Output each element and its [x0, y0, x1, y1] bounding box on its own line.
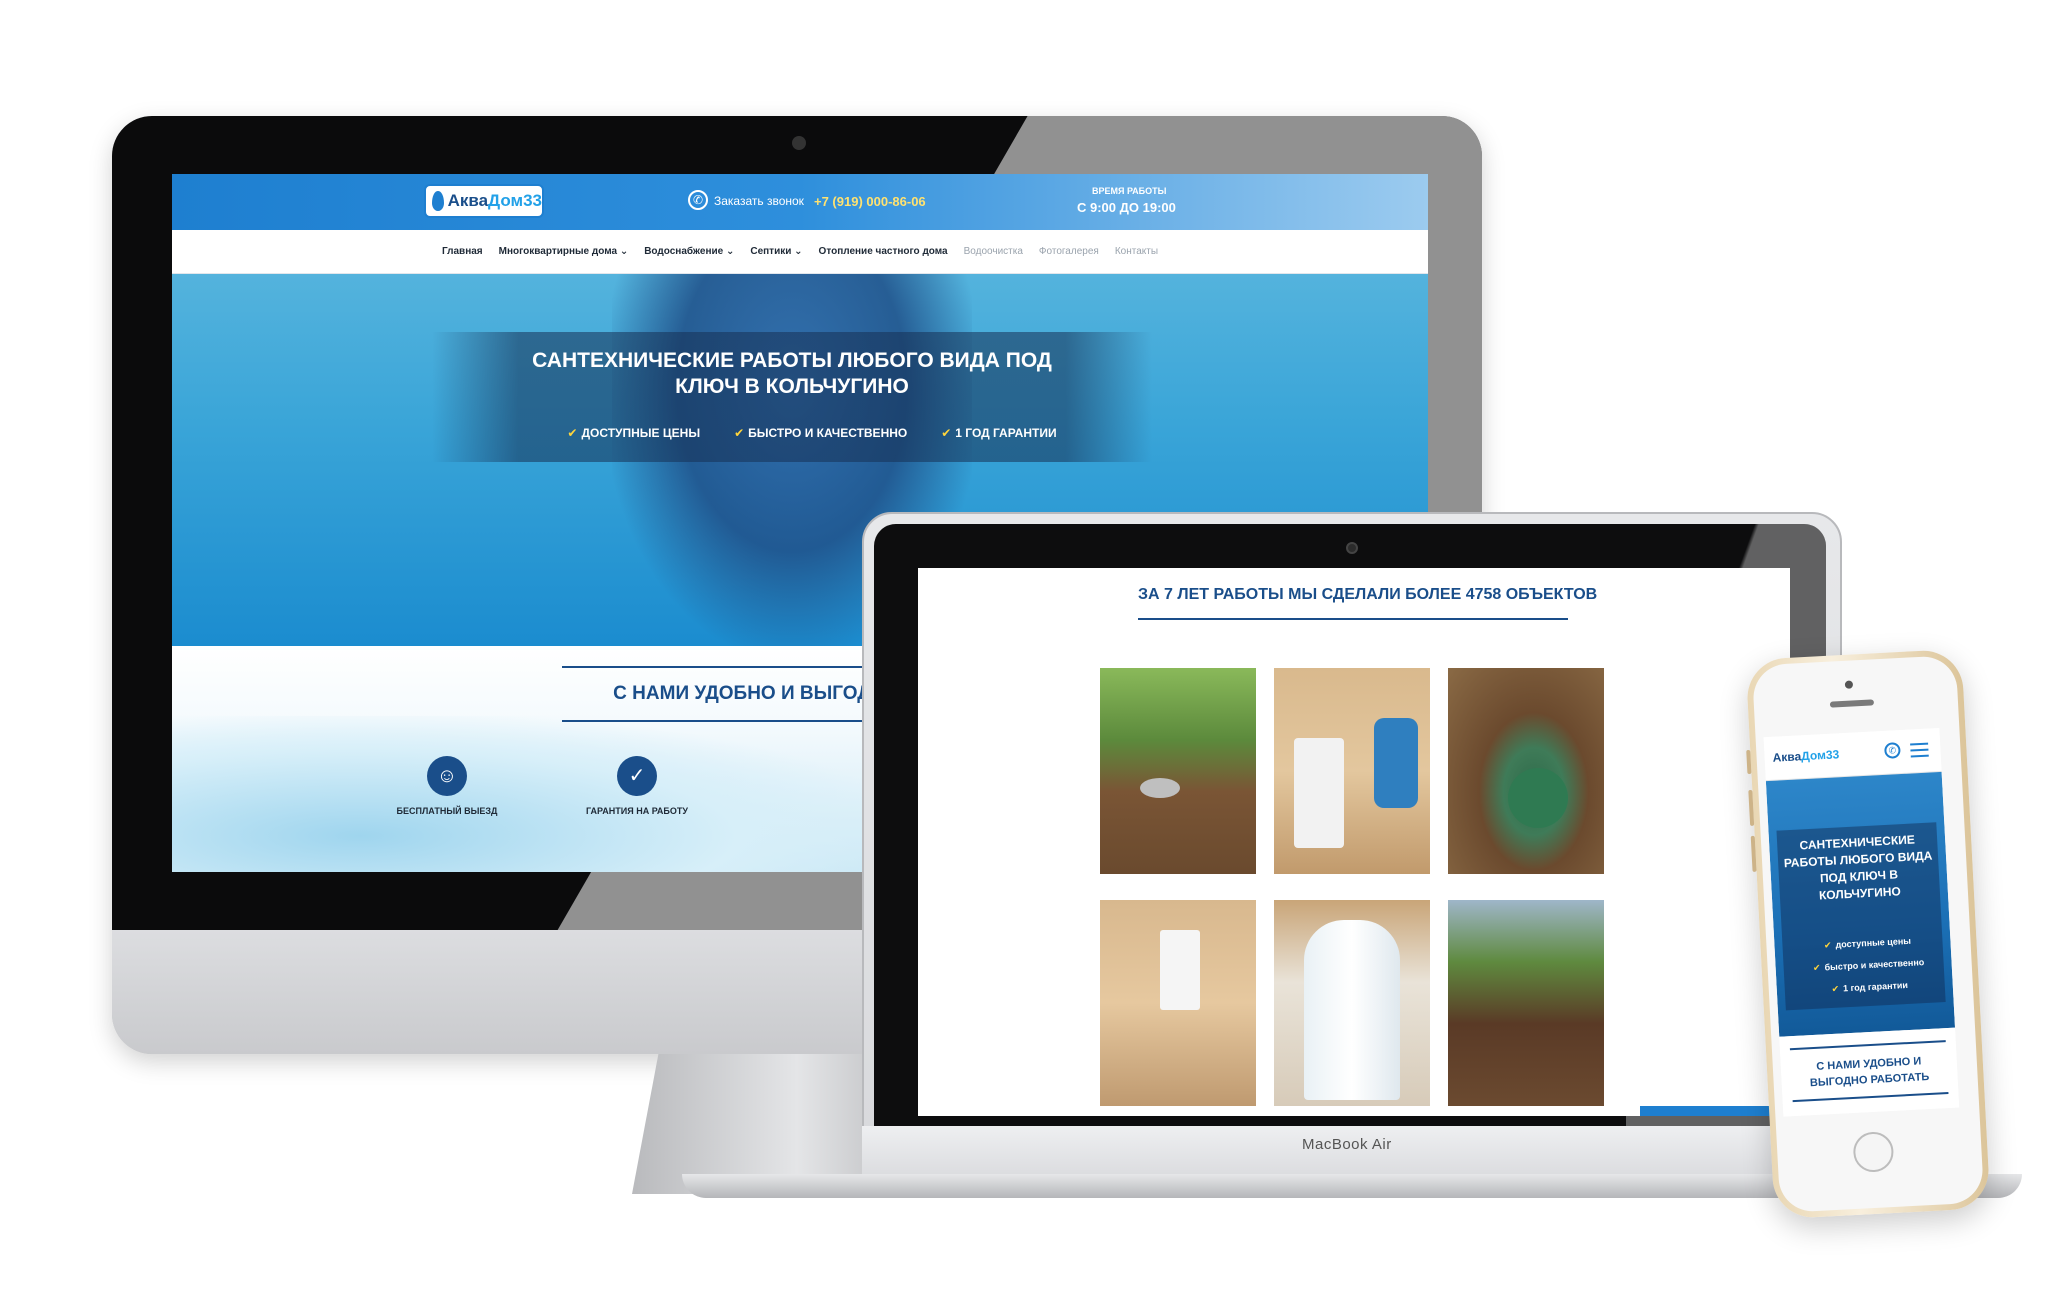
logo-text-a: Аква	[447, 191, 489, 210]
iphone-mockup: АкваДом33 ✆ САНТЕХНИЧЕСКИЕ РАБОТЫ ЛЮБОГО…	[1745, 648, 1991, 1220]
chat-widget[interactable]	[1640, 1106, 1790, 1116]
gallery-photo[interactable]	[1100, 668, 1256, 874]
mobile-site: АкваДом33 ✆ САНТЕХНИЧЕСКИЕ РАБОТЫ ЛЮБОГО…	[1763, 727, 1960, 1117]
gallery-photo[interactable]	[1448, 900, 1604, 1106]
nav-item-water-purification[interactable]: Водоочистка	[964, 246, 1023, 257]
check-icon: ✔	[941, 426, 952, 440]
water-splash-image	[172, 716, 892, 872]
check-icon: ✔	[1823, 939, 1832, 951]
iphone-mute-switch	[1746, 749, 1752, 775]
laptop-site: ЗА 7 ЛЕТ РАБОТЫ МЫ СДЕЛАЛИ БОЛЕЕ 4758 ОБ…	[918, 568, 1790, 1116]
main-nav: Главная Многоквартирные дома ⌄ Водоснабж…	[172, 230, 1428, 274]
hero-feature: ✔ БЫСТРО И КАЧЕСТВЕННО	[734, 426, 908, 440]
benefit-item: ✓ ГАРАНТИЯ НА РАБОТУ	[562, 756, 712, 816]
macbook-label: MacBook Air	[1302, 1136, 1392, 1153]
macbook-mockup: ЗА 7 ЛЕТ РАБОТЫ МЫ СДЕЛАЛИ БОЛЕЕ 4758 ОБ…	[682, 512, 2022, 1198]
hamburger-menu-icon[interactable]	[1910, 742, 1929, 758]
logo-text-b: Дом33	[488, 191, 542, 210]
nav-item-contacts[interactable]: Контакты	[1115, 246, 1158, 257]
request-call-link[interactable]: Заказать звонок	[714, 194, 804, 208]
mobile-logo[interactable]: АкваДом33	[1772, 747, 1839, 764]
nav-item-home[interactable]: Главная	[442, 246, 483, 257]
gallery-photo[interactable]	[1274, 900, 1430, 1106]
benefit-label: БЕСПЛАТНЫЙ ВЫЕЗД	[396, 806, 498, 816]
mobile-benefits: С НАМИ УДОБНО И ВЫГОДНО РАБОТАТЬ	[1779, 1027, 1960, 1117]
mechanic-icon: ☺	[427, 756, 467, 796]
gallery-photo[interactable]	[1274, 668, 1430, 874]
macbook-camera	[1346, 542, 1358, 554]
check-icon: ✔	[567, 426, 578, 440]
nav-item-water-supply[interactable]: Водоснабжение ⌄	[644, 246, 734, 257]
apple-logo-icon	[772, 954, 822, 1014]
objects-title: ЗА 7 ЛЕТ РАБОТЫ МЫ СДЕЛАЛИ БОЛЕЕ 4758 ОБ…	[1138, 578, 1597, 620]
badge-check-icon: ✓	[617, 756, 657, 796]
hours-label: ВРЕМЯ РАБОТЫ	[1092, 186, 1167, 196]
nav-item-septic[interactable]: Септики ⌄	[750, 246, 802, 257]
hero-title: САНТЕХНИЧЕСКИЕ РАБОТЫ ЛЮБОГО ВИДА ПОД КЛ…	[532, 349, 1052, 398]
site-logo[interactable]: АкваДом33	[424, 184, 544, 218]
hours-value: С 9:00 ДО 19:00	[1077, 200, 1176, 215]
nav-item-heating[interactable]: Отопление частного дома	[819, 246, 948, 257]
site-header: АкваДом33 ✆ Заказать звонок +7 (919) 000…	[172, 174, 1428, 230]
gallery-photo[interactable]	[1448, 668, 1604, 874]
mobile-benefits-title: С НАМИ УДОБНО И ВЫГОДНО РАБОТАТЬ	[1789, 1040, 1949, 1103]
hero-features: ✔ ДОСТУПНЫЕ ЦЕНЫ ✔ БЫСТРО И КАЧЕСТВЕННО ✔ 1…	[532, 426, 1092, 440]
check-icon: ✔	[1812, 962, 1821, 973]
phone-icon[interactable]: ✆	[1884, 742, 1901, 759]
nav-item-gallery[interactable]: Фотогалерея	[1039, 246, 1099, 257]
water-drop-icon	[432, 191, 444, 211]
imac-camera	[792, 136, 806, 150]
check-icon: ✔	[734, 426, 745, 440]
nav-item-apartment-buildings[interactable]: Многоквартирные дома ⌄	[499, 246, 629, 257]
phone-icon[interactable]: ✆	[688, 190, 708, 210]
benefit-label: ГАРАНТИЯ НА РАБОТУ	[586, 806, 688, 816]
check-icon: ✔	[1831, 983, 1840, 994]
mobile-hero-title: САНТЕХНИЧЕСКИЕ РАБОТЫ ЛЮБОГО ВИДА ПОД КЛ…	[1783, 832, 1933, 903]
gallery-photo[interactable]	[1100, 900, 1256, 1106]
hero-feature: ✔ ДОСТУПНЫЕ ЦЕНЫ	[567, 426, 701, 440]
iphone-volume-down	[1750, 835, 1757, 872]
benefit-item: ☺ БЕСПЛАТНЫЙ ВЫЕЗД	[372, 756, 522, 816]
phone-number[interactable]: +7 (919) 000-86-06	[814, 194, 926, 209]
iphone-volume-up	[1748, 789, 1755, 827]
hero-feature: ✔ 1 ГОД ГАРАНТИИ	[941, 426, 1057, 440]
mobile-hero: САНТЕХНИЧЕСКИЕ РАБОТЫ ЛЮБОГО ВИДА ПОД КЛ…	[1765, 771, 1956, 1037]
